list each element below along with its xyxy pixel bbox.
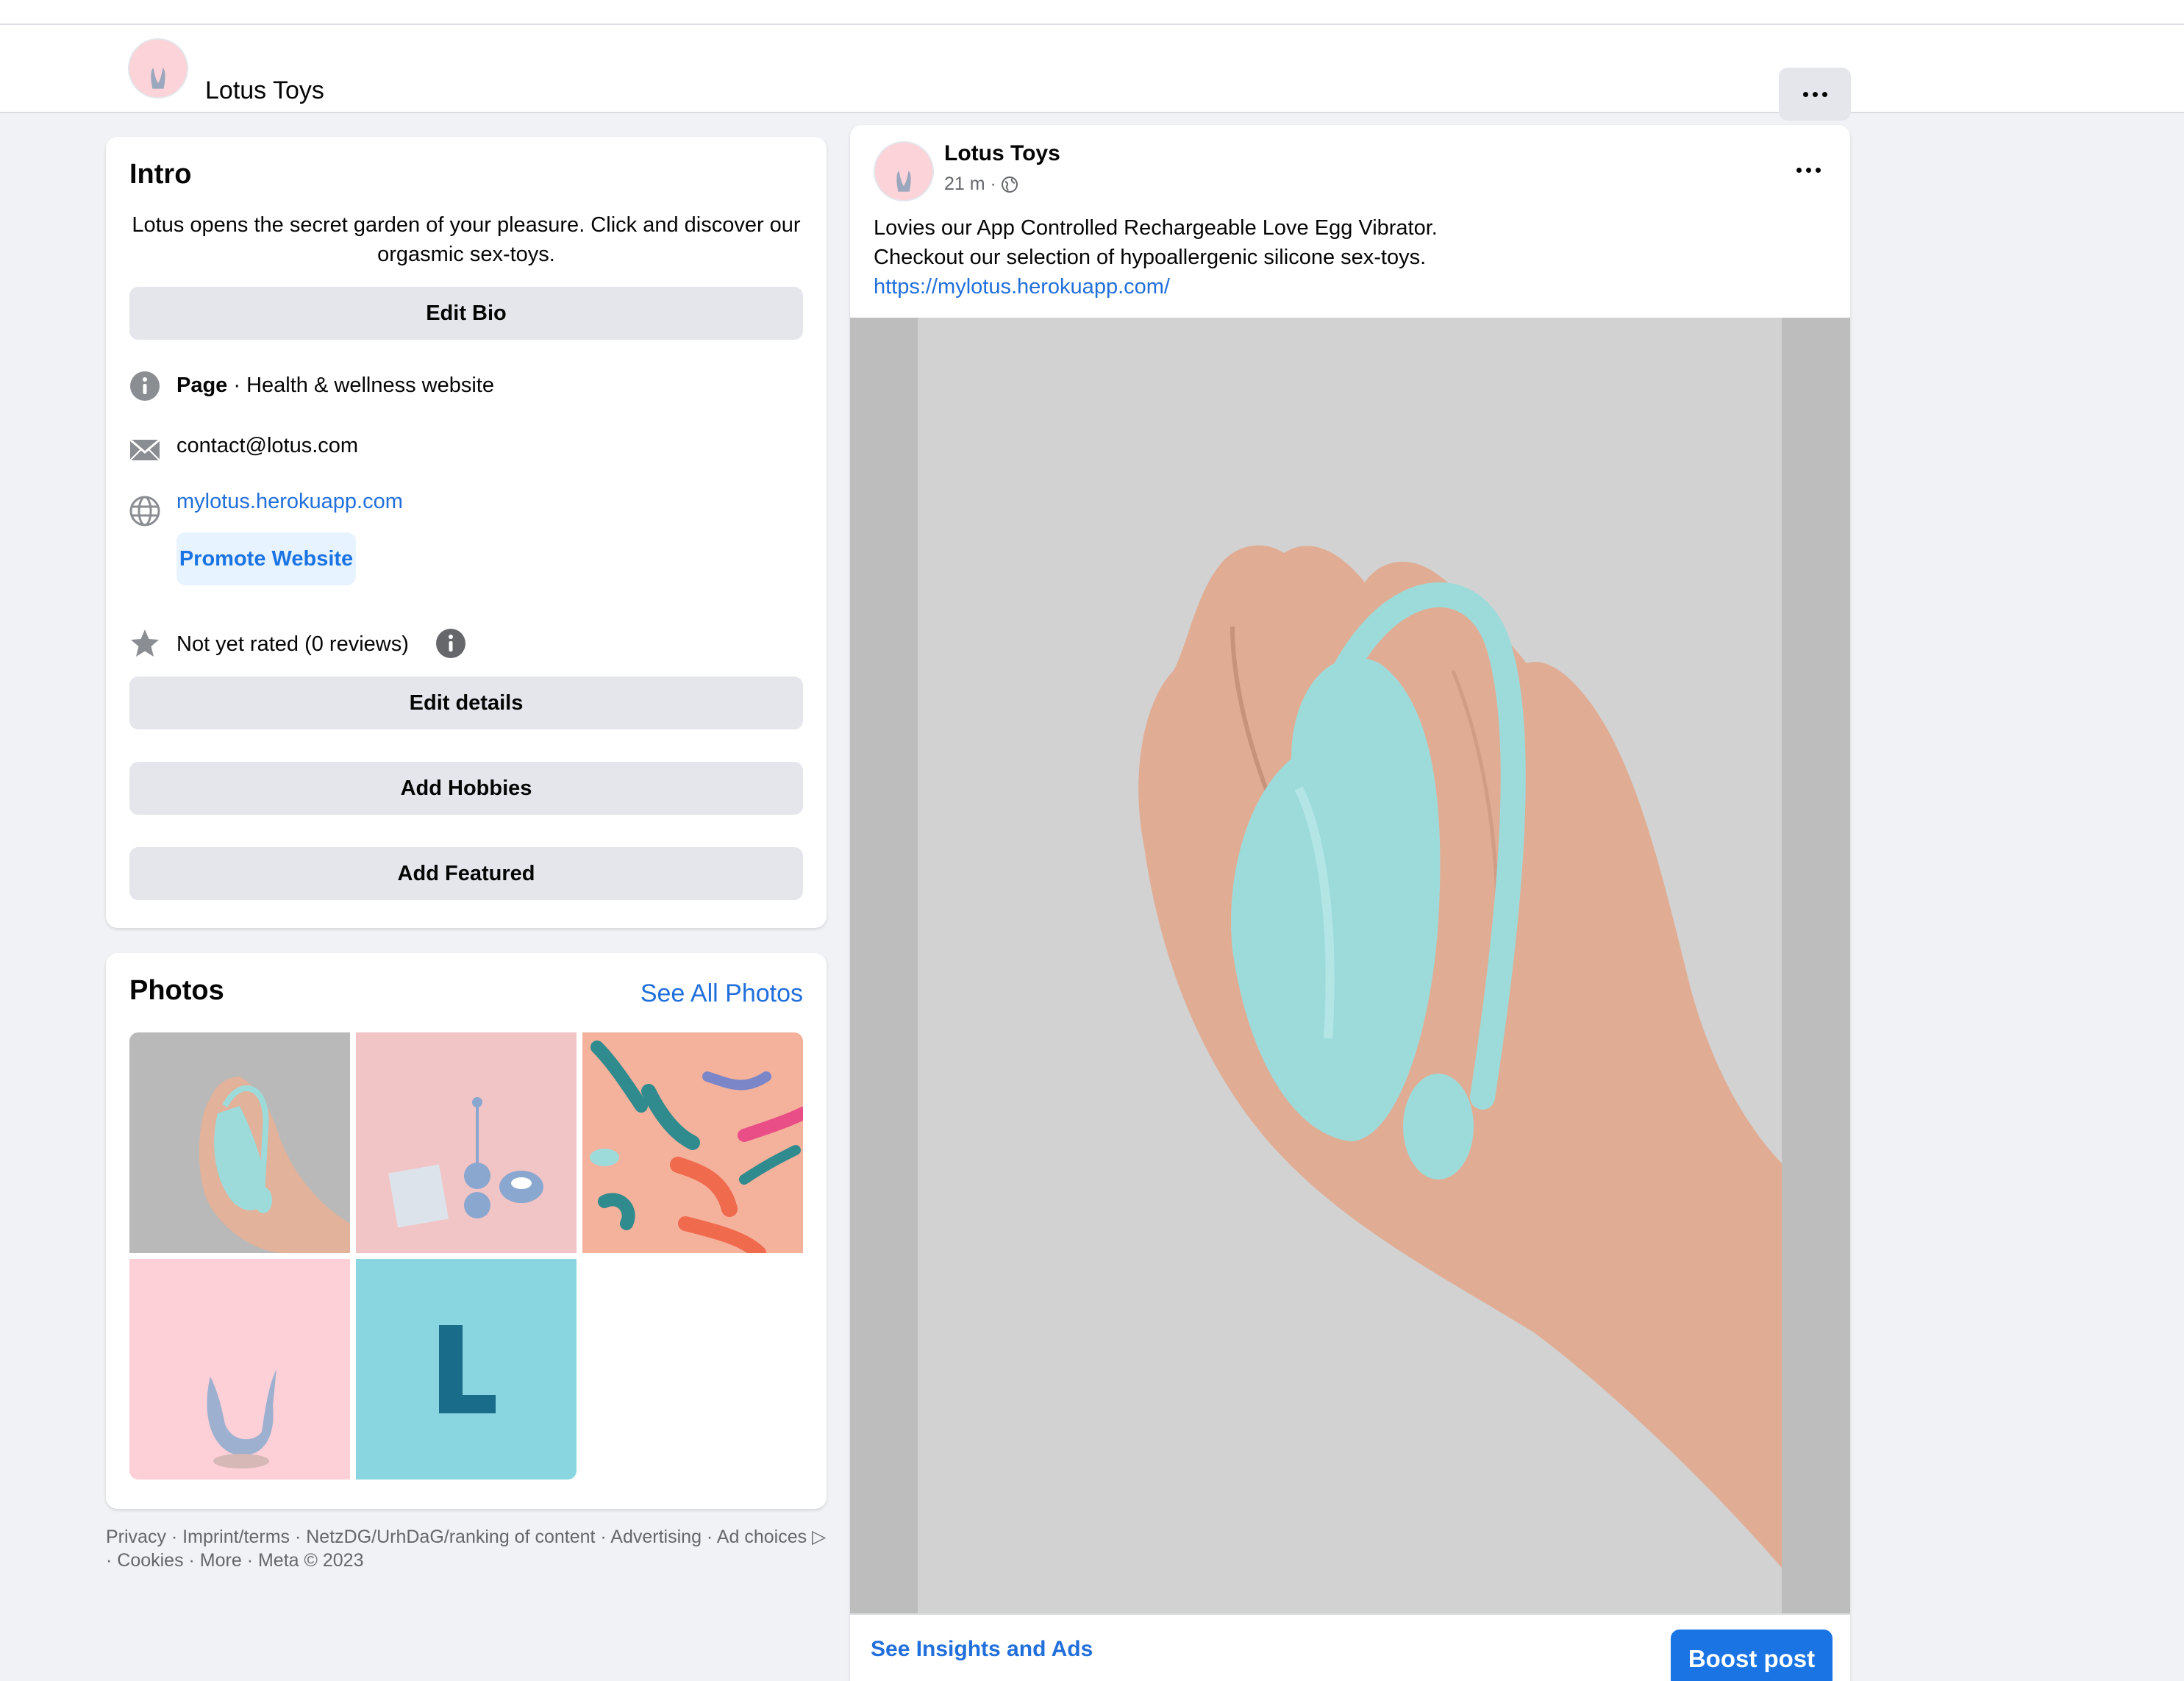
post-meta: 21 m ·	[944, 174, 1018, 195]
rating-text: Not yet rated (0 reviews)	[176, 632, 409, 656]
lotus-logo-icon	[151, 68, 165, 89]
post-text-line-1: Lovies our App Controlled Rechargeable L…	[874, 216, 1438, 240]
photo-thumb-hand-egg[interactable]	[129, 1032, 350, 1253]
page-header: Lotus Toys	[0, 25, 2184, 121]
page-category-bold: Page	[176, 374, 228, 397]
rating-info-icon[interactable]	[435, 628, 466, 659]
more-horizontal-icon	[1802, 91, 1827, 97]
post-text-line-2: Checkout our selection of hypoallergenic…	[874, 246, 1427, 269]
globe-public-icon	[1001, 176, 1018, 193]
page-category-rest: · Health & wellness website	[227, 374, 494, 397]
boost-post-button[interactable]: Boost post	[1671, 1630, 1833, 1681]
post-actions-bar: See Insights and Ads Boost post	[850, 1613, 1850, 1681]
see-insights-link[interactable]: See Insights and Ads	[871, 1637, 1093, 1662]
intro-title: Intro	[129, 159, 192, 190]
post-author-name[interactable]: Lotus Toys	[944, 141, 1060, 166]
envelope-icon	[129, 438, 160, 461]
info-icon	[130, 371, 160, 401]
page-footer: Privacy · Imprint/terms · NetzDG/UrhDaG/…	[106, 1527, 827, 1571]
photos-title: Photos	[129, 975, 224, 1006]
edit-details-button[interactable]: Edit details	[129, 677, 803, 729]
post-card: Lotus Toys 21 m · Lovies our App Control…	[850, 125, 1850, 1681]
page-category: Page · Health & wellness website	[176, 374, 494, 398]
edit-bio-button[interactable]: Edit Bio	[129, 287, 803, 340]
photo-grid	[129, 1032, 803, 1481]
globe-icon	[129, 496, 160, 527]
browser-top-strip	[0, 0, 2184, 25]
page-title[interactable]: Lotus Toys	[205, 76, 324, 105]
intro-bio: Lotus opens the secret garden of your pl…	[132, 213, 801, 266]
post-time[interactable]: 21 m ·	[944, 174, 996, 195]
photos-card: Photos See All Photos	[106, 953, 827, 1509]
photo-thumb-u-toy[interactable]	[129, 1259, 350, 1480]
website-link[interactable]: mylotus.herokuapp.com	[176, 490, 403, 514]
contact-email[interactable]: contact@lotus.com	[176, 434, 358, 458]
photo-thumb-pink-note[interactable]	[356, 1032, 577, 1253]
add-hobbies-button[interactable]: Add Hobbies	[129, 762, 803, 815]
page-avatar[interactable]	[128, 38, 188, 99]
post-url-link[interactable]: https://mylotus.herokuapp.com/	[874, 272, 1822, 301]
header-more-button[interactable]	[1779, 68, 1851, 121]
promote-website-button[interactable]: Promote Website	[176, 532, 356, 585]
intro-card: Intro Lotus opens the secret garden of y…	[106, 137, 827, 928]
post-photo[interactable]	[850, 318, 1850, 1613]
more-horizontal-icon	[1796, 168, 1821, 173]
photo-thumb-coral-flatlay[interactable]	[582, 1032, 803, 1253]
see-all-photos-link[interactable]: See All Photos	[640, 979, 803, 1008]
lotus-logo-icon	[896, 171, 911, 192]
post-text: Lovies our App Controlled Rechargeable L…	[874, 213, 1822, 301]
photo-thumb-l-logo[interactable]	[356, 1259, 577, 1480]
post-author-avatar[interactable]	[874, 141, 934, 201]
add-featured-button[interactable]: Add Featured	[129, 847, 803, 900]
post-more-button[interactable]	[1796, 168, 1821, 173]
star-icon	[131, 629, 159, 657]
